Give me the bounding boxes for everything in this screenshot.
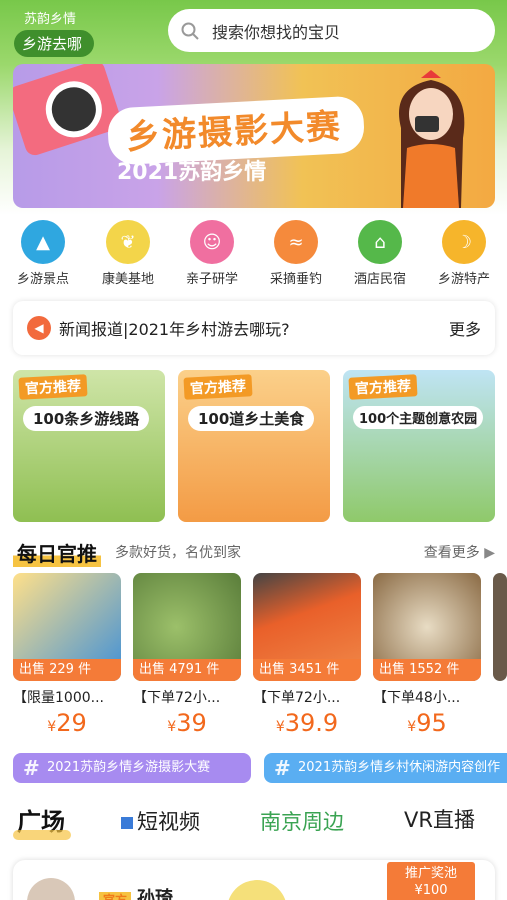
- news-text: 新闻报道|2021年乡村游去哪玩?: [59, 320, 290, 339]
- family-icon: ☺: [190, 220, 234, 264]
- sold-count: 出售 1552 件: [373, 659, 481, 681]
- fishing-icon: ≈: [274, 220, 318, 264]
- product-name: 【下单48小...: [373, 690, 461, 706]
- card-title: 100个主题创意农园: [353, 406, 484, 429]
- tab-label: 短视频: [137, 810, 200, 834]
- product-card[interactable]: 出售 1552 件 【下单48小... ¥95: [373, 573, 481, 737]
- topic-row: 2021苏韵乡情乡游摄影大赛 2021苏韵乡情乡村休闲游内容创作: [13, 753, 507, 783]
- play-icon: [121, 817, 133, 829]
- category-row: ▲ 乡游景点 ❦ 康美基地 ☺ 亲子研学 ≈ 采摘垂钓 ⌂ 酒店民宿 ☽ 乡游特…: [0, 220, 507, 290]
- search-input[interactable]: 搜索你想找的宝贝: [168, 9, 495, 52]
- feature-card-routes[interactable]: 官方推荐 100条乡游线路: [13, 370, 165, 522]
- category-item-health-base[interactable]: ❦ 康美基地: [88, 220, 168, 287]
- card-title: 100条乡游线路: [23, 406, 150, 431]
- category-item-scenic[interactable]: ▲ 乡游景点: [3, 220, 83, 287]
- topic-leisure-content[interactable]: 2021苏韵乡情乡村休闲游内容创作: [264, 753, 507, 783]
- official-badge: 官方: [99, 892, 132, 900]
- product-price: ¥39.9: [253, 709, 361, 737]
- wheat-icon: ❦: [106, 220, 150, 264]
- category-label: 酒店民宿: [353, 272, 406, 287]
- feed-card[interactable]: 官方 孙琦 推广奖池 ¥100: [13, 860, 495, 900]
- category-item-picking-fishing[interactable]: ≈ 采摘垂钓: [256, 220, 336, 287]
- product-row: 出售 229 件 【限量1000... ¥29 出售 4791 件 【下单72小…: [0, 573, 507, 743]
- topic-photo-contest[interactable]: 2021苏韵乡情乡游摄影大赛: [13, 753, 251, 783]
- product-name: 【下单72小...: [133, 690, 221, 706]
- price-value: 39.9: [284, 709, 339, 737]
- house-icon: ⌂: [358, 220, 402, 264]
- price-value: 95: [416, 709, 447, 737]
- app-screen: 苏韵乡情 乡游去哪 搜索你想找的宝贝 乡游摄影大赛 2021苏韵乡情 ▲ 乡游景…: [0, 0, 507, 900]
- banana-icon: ☽: [442, 220, 486, 264]
- category-label: 采摘垂钓: [269, 272, 322, 287]
- card-title: 100道乡土美食: [188, 406, 315, 431]
- reward-label: 推广奖池: [404, 866, 457, 881]
- sold-count: 出售 3451 件: [253, 659, 361, 681]
- daily-slogan: 多款好货，名优到家: [115, 545, 241, 561]
- product-price: ¥29: [13, 709, 121, 737]
- megaphone-icon: ◀: [27, 316, 51, 340]
- reward-pool-badge[interactable]: 推广奖池 ¥100: [387, 862, 475, 900]
- category-item-hotel[interactable]: ⌂ 酒店民宿: [340, 220, 420, 287]
- category-item-family-study[interactable]: ☺ 亲子研学: [172, 220, 252, 287]
- mountain-icon: ▲: [21, 220, 65, 264]
- daily-more-link[interactable]: 查看更多: [424, 542, 495, 562]
- search-placeholder: 搜索你想找的宝贝: [212, 22, 341, 42]
- tab-vr-live[interactable]: VR直播: [404, 804, 475, 834]
- decorative-circle: [227, 880, 287, 900]
- category-label: 乡游特产: [437, 272, 490, 287]
- daily-picks-header: 每日官推 多款好货，名优到家 查看更多: [13, 535, 495, 569]
- reward-amount: ¥100: [414, 883, 448, 898]
- product-image: 出售 3451 件: [253, 573, 361, 681]
- price-value: 39: [176, 709, 207, 737]
- avatar[interactable]: [27, 878, 75, 900]
- feature-card-farm[interactable]: 官方推荐 100个主题创意农园: [343, 370, 495, 522]
- product-card[interactable]: 出售 229 件 【限量1000... ¥29: [13, 573, 121, 737]
- sold-count: 出售 229 件: [13, 659, 121, 681]
- brand-name: 乡游去哪: [14, 30, 94, 57]
- feature-card-food[interactable]: 官方推荐 100道乡土美食: [178, 370, 330, 522]
- photographer-illustration: [399, 70, 465, 208]
- product-name: 【限量1000...: [13, 690, 104, 706]
- category-label: 乡游景点: [16, 272, 69, 287]
- product-price: ¥95: [373, 709, 481, 737]
- currency-symbol: ¥: [167, 719, 177, 735]
- tab-active-indicator: [13, 830, 71, 840]
- photo-contest-banner[interactable]: 乡游摄影大赛 2021苏韵乡情: [13, 64, 495, 208]
- author-name: 官方 孙琦: [99, 884, 173, 900]
- product-price: ¥39: [133, 709, 241, 737]
- product-name: 【下单72小...: [253, 690, 341, 706]
- author-name-text: 孙琦: [137, 888, 174, 900]
- currency-symbol: ¥: [47, 719, 57, 735]
- content-tabs: 广场 短视频 南京周边 VR直播: [13, 800, 507, 844]
- product-card[interactable]: 出售 4791 件 【下单72小... ¥39: [133, 573, 241, 737]
- card-tag: 官方推荐: [348, 374, 418, 400]
- camera-icon: [13, 64, 124, 158]
- banner-subtitle: 2021苏韵乡情: [117, 160, 267, 185]
- tab-nanjing-nearby[interactable]: 南京周边: [260, 806, 344, 836]
- search-icon: [181, 22, 199, 40]
- category-label: 康美基地: [101, 272, 154, 287]
- product-image: [493, 573, 507, 681]
- category-label: 亲子研学: [185, 272, 238, 287]
- product-card[interactable]: 出售 3451 件 【下单72小... ¥39.9: [253, 573, 361, 737]
- product-image: 出售 4791 件: [133, 573, 241, 681]
- currency-symbol: ¥: [407, 719, 417, 735]
- tab-short-video[interactable]: 短视频: [121, 806, 200, 836]
- category-item-specialty[interactable]: ☽ 乡游特产: [424, 220, 504, 287]
- card-tag: 官方推荐: [183, 374, 253, 400]
- sold-count: 出售 4791 件: [133, 659, 241, 681]
- news-more-link[interactable]: 更多: [449, 316, 481, 340]
- product-card-partial[interactable]: [493, 573, 507, 681]
- card-tag: 官方推荐: [18, 374, 88, 400]
- currency-symbol: ¥: [275, 719, 285, 735]
- daily-heading: 每日官推: [13, 537, 101, 567]
- feature-cards: 官方推荐 100条乡游线路 官方推荐 100道乡土美食 官方推荐 100个主题创…: [13, 370, 495, 522]
- product-image: 出售 229 件: [13, 573, 121, 681]
- brand[interactable]: 苏韵乡情 乡游去哪: [14, 8, 96, 57]
- product-image: 出售 1552 件: [373, 573, 481, 681]
- price-value: 29: [56, 709, 87, 737]
- brand-subtitle: 苏韵乡情: [24, 12, 77, 27]
- news-bar[interactable]: ◀ 新闻报道|2021年乡村游去哪玩? 更多: [13, 301, 495, 355]
